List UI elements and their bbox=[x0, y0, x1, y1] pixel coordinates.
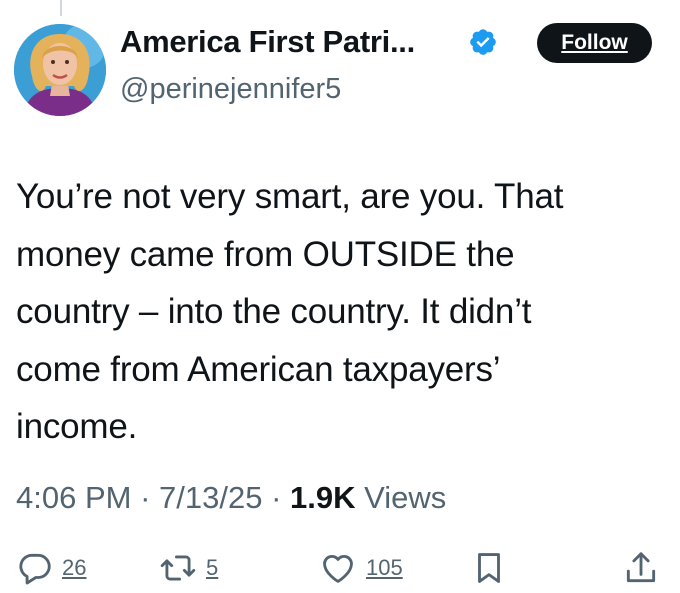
heart-icon bbox=[323, 555, 353, 583]
share-icon bbox=[626, 552, 656, 583]
tweet-metadata: 4:06 PM · 7/13/25 · 1.9K Views bbox=[16, 478, 446, 518]
bookmark-icon bbox=[478, 553, 500, 583]
verified-badge-icon bbox=[470, 29, 496, 55]
views-count: 1.9K bbox=[290, 480, 356, 515]
like-count[interactable]: 105 bbox=[366, 555, 403, 581]
tweet-text-line: income. bbox=[16, 407, 138, 446]
reply-icon bbox=[19, 553, 51, 585]
like-button[interactable]: 105 bbox=[318, 548, 403, 588]
follow-button[interactable]: Follow bbox=[537, 23, 652, 63]
author-handle[interactable]: @perinejennifer5 bbox=[120, 70, 341, 108]
reply-count[interactable]: 26 bbox=[62, 555, 86, 581]
tweet-date[interactable]: 7/13/25 bbox=[159, 480, 262, 515]
retweet-button[interactable]: 5 bbox=[158, 548, 218, 588]
tweet-actions-bar: 26 5 105 bbox=[0, 548, 680, 588]
tweet-text: You’re not very smart, are you. That mon… bbox=[16, 168, 666, 456]
tweet-time[interactable]: 4:06 PM bbox=[16, 480, 131, 515]
separator-dot: · bbox=[271, 480, 282, 515]
avatar[interactable] bbox=[14, 24, 106, 116]
retweet-icon bbox=[160, 555, 196, 581]
tweet-text-line: You’re not very smart, are you. That bbox=[16, 177, 564, 216]
author-display-name[interactable]: America First Patri... bbox=[120, 22, 415, 62]
retweet-count[interactable]: 5 bbox=[206, 555, 218, 581]
avatar-image bbox=[14, 24, 106, 116]
views-label: Views bbox=[364, 480, 447, 515]
separator-dot: · bbox=[140, 480, 151, 515]
thread-connector-line bbox=[60, 0, 62, 16]
tweet-text-line: money came from OUTSIDE the bbox=[16, 234, 515, 274]
reply-button[interactable]: 26 bbox=[16, 548, 86, 588]
tweet-text-line: country – into the country. It didn’t bbox=[16, 292, 532, 331]
bookmark-button[interactable] bbox=[470, 548, 508, 588]
share-button[interactable] bbox=[622, 548, 660, 588]
tweet-text-line: come from American taxpayers’ bbox=[16, 349, 501, 389]
